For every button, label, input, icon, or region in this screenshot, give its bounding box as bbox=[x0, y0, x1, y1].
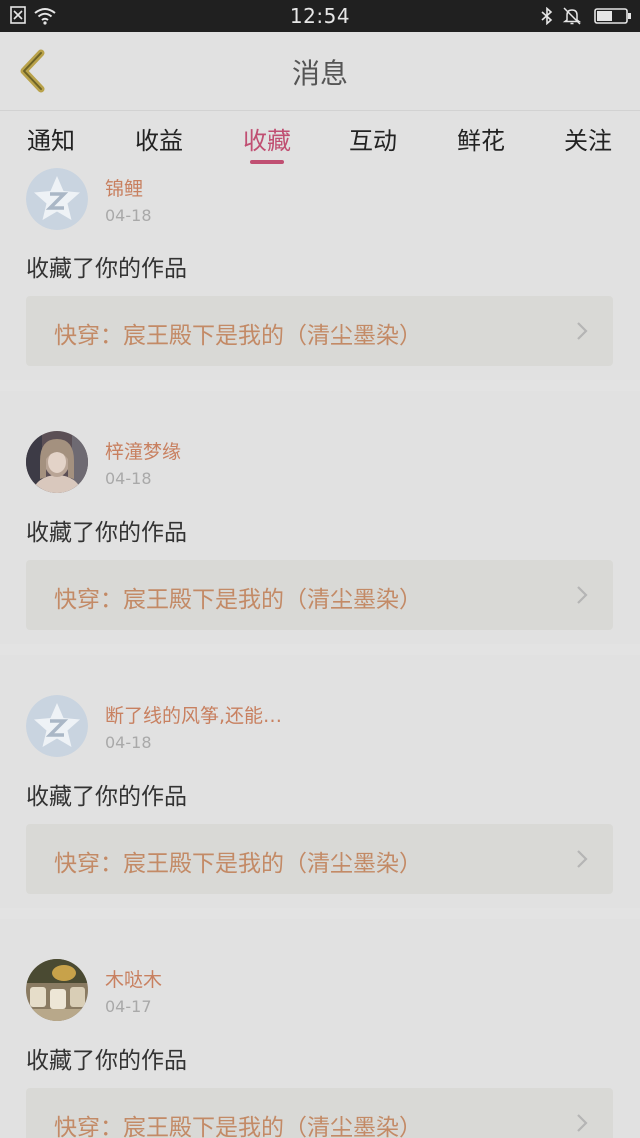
tab-flowers[interactable]: 鲜花 bbox=[431, 121, 531, 156]
work-title: 快穿：宸王殿下是我的（清尘墨染） bbox=[54, 323, 422, 349]
message-card: 木哒木 04-17 收藏了你的作品 快穿：宸王殿下是我的（清尘墨染） bbox=[0, 919, 640, 1138]
chevron-right-icon bbox=[577, 322, 588, 340]
tab-earnings[interactable]: 收益 bbox=[109, 121, 209, 156]
chevron-right-icon bbox=[577, 850, 588, 868]
tab-follows[interactable]: 关注 bbox=[538, 121, 638, 156]
tab-bar: 通知 收益 收藏 互动 鲜花 关注 bbox=[0, 111, 640, 167]
action-text: 收藏了你的作品 bbox=[26, 784, 187, 810]
work-title: 快穿：宸王殿下是我的（清尘墨染） bbox=[54, 1115, 422, 1138]
message-list[interactable]: 锦鲤 04-18 收藏了你的作品 快穿：宸王殿下是我的（清尘墨染） 梓潼梦缘 0… bbox=[0, 167, 640, 1138]
chevron-right-icon bbox=[577, 1114, 588, 1132]
message-date: 04-18 bbox=[105, 469, 152, 488]
active-tab-indicator bbox=[250, 160, 284, 164]
tab-favorites[interactable]: 收藏 bbox=[217, 121, 317, 156]
tab-interactions[interactable]: 互动 bbox=[323, 121, 423, 156]
action-text: 收藏了你的作品 bbox=[26, 1048, 187, 1074]
message-card: 锦鲤 04-18 收藏了你的作品 快穿：宸王殿下是我的（清尘墨染） bbox=[0, 167, 640, 380]
action-text: 收藏了你的作品 bbox=[26, 520, 187, 546]
message-date: 04-18 bbox=[105, 206, 152, 225]
work-title: 快穿：宸王殿下是我的（清尘墨染） bbox=[54, 587, 422, 613]
tab-notifications[interactable]: 通知 bbox=[1, 121, 101, 156]
work-title: 快穿：宸王殿下是我的（清尘墨染） bbox=[54, 851, 422, 877]
silent-bell-icon bbox=[562, 7, 582, 25]
work-link[interactable]: 快穿：宸王殿下是我的（清尘墨染） bbox=[26, 824, 613, 894]
status-bar: 12:54 bbox=[0, 0, 640, 32]
action-text: 收藏了你的作品 bbox=[26, 256, 187, 282]
message-card: 梓潼梦缘 04-18 收藏了你的作品 快穿：宸王殿下是我的（清尘墨染） bbox=[0, 391, 640, 644]
avatar[interactable] bbox=[26, 431, 88, 493]
avatar[interactable] bbox=[26, 959, 88, 1021]
header-bar: 消息 bbox=[0, 32, 640, 111]
battery-icon bbox=[594, 8, 631, 24]
message-card: 断了线的风筝,还能… 04-18 收藏了你的作品 快穿：宸王殿下是我的（清尘墨染… bbox=[0, 655, 640, 908]
username[interactable]: 梓潼梦缘 bbox=[105, 437, 181, 464]
message-date: 04-18 bbox=[105, 733, 152, 752]
chevron-right-icon bbox=[577, 586, 588, 604]
username[interactable]: 锦鲤 bbox=[105, 174, 143, 201]
work-link[interactable]: 快穿：宸王殿下是我的（清尘墨染） bbox=[26, 1088, 613, 1138]
bluetooth-icon bbox=[541, 7, 553, 25]
work-link[interactable]: 快穿：宸王殿下是我的（清尘墨染） bbox=[26, 296, 613, 366]
page-title: 消息 bbox=[291, 57, 348, 90]
username[interactable]: 断了线的风筝,还能… bbox=[105, 701, 282, 728]
default-avatar-icon[interactable] bbox=[26, 695, 88, 757]
message-date: 04-17 bbox=[105, 997, 152, 1016]
work-link[interactable]: 快穿：宸王殿下是我的（清尘墨染） bbox=[26, 560, 613, 630]
username[interactable]: 木哒木 bbox=[105, 965, 162, 992]
default-avatar-icon[interactable] bbox=[26, 168, 88, 230]
